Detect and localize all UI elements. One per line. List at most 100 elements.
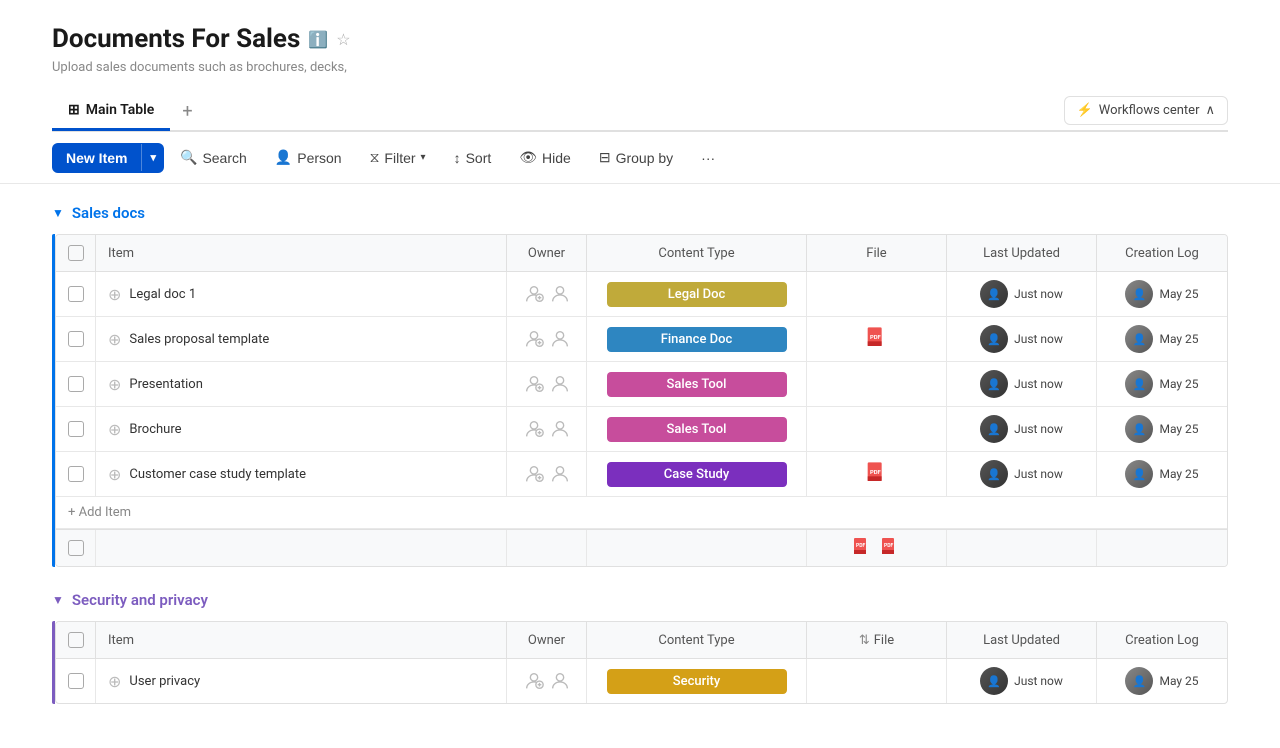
svg-text:PDF: PDF — [870, 470, 882, 476]
add-tab-button[interactable]: + — [170, 91, 204, 132]
info-icon[interactable]: ℹ️ — [308, 30, 328, 49]
row-checkbox[interactable] — [56, 407, 96, 451]
add-item-label: + Add Item — [68, 505, 131, 520]
add-subitem-icon[interactable]: ⊕ — [108, 285, 121, 304]
footer-creation-log — [1097, 530, 1227, 566]
security-privacy-header[interactable]: ▼ Security and privacy — [52, 591, 1228, 609]
row-creation-log: 👤 May 25 — [1097, 659, 1227, 703]
table-row: ⊕ Legal doc 1 Legal Doc 👤 Just now — [56, 272, 1227, 317]
row-checkbox[interactable] — [56, 317, 96, 361]
add-subitem-icon[interactable]: ⊕ — [108, 330, 121, 349]
add-person-icon[interactable] — [523, 283, 545, 305]
search-button[interactable]: 🔍 Search — [168, 142, 259, 173]
person-button[interactable]: 👤 Person — [263, 142, 354, 173]
file-icon-2: PDF — [879, 536, 903, 560]
header-owner: Owner — [507, 235, 587, 271]
filter-chevron: ▾ — [421, 152, 426, 163]
header-last-updated: Last Updated — [947, 235, 1097, 271]
row-content-type: Security — [587, 659, 807, 703]
sales-docs-title: Sales docs — [72, 204, 145, 222]
row-file — [807, 407, 947, 451]
avatar: 👤 — [1125, 667, 1153, 695]
add-subitem-icon[interactable]: ⊕ — [108, 420, 121, 439]
search-icon: 🔍 — [180, 149, 197, 166]
more-button[interactable]: ··· — [689, 143, 727, 173]
header-item: Item — [96, 622, 507, 658]
row-file — [807, 659, 947, 703]
header-checkbox-col — [56, 622, 96, 658]
row-item: ⊕ Customer case study template — [96, 452, 507, 496]
add-person-icon[interactable] — [523, 328, 545, 350]
table-footer-row: PDF PDF — [56, 529, 1227, 566]
svg-text:PDF: PDF — [870, 335, 882, 341]
avatar: 👤 — [1125, 370, 1153, 398]
add-person-icon[interactable] — [523, 373, 545, 395]
header-file: ⇅ File — [807, 622, 947, 658]
select-all-checkbox[interactable] — [68, 632, 84, 648]
row-content-type: Legal Doc — [587, 272, 807, 316]
table-row: ⊕ Customer case study template Case Stud… — [56, 452, 1227, 497]
row-checkbox[interactable] — [56, 659, 96, 703]
row-creation-log: 👤 May 25 — [1097, 452, 1227, 496]
add-item-row[interactable]: + Add Item — [56, 497, 1227, 529]
page-title: Documents For Sales — [52, 24, 300, 54]
footer-checkbox-input[interactable] — [68, 540, 84, 556]
sort-button[interactable]: ↕ Sort — [442, 143, 504, 173]
workflows-center-button[interactable]: ⚡ Workflows center ∧ — [1064, 96, 1228, 125]
add-subitem-icon[interactable]: ⊕ — [108, 375, 121, 394]
row-checkbox[interactable] — [56, 452, 96, 496]
footer-content-type — [587, 530, 807, 566]
avatar: 👤 — [980, 325, 1008, 353]
table-row: ⊕ Presentation Sales Tool 👤 Just now — [56, 362, 1227, 407]
header-creation-log: Creation Log — [1097, 235, 1227, 271]
row-item: ⊕ Brochure — [96, 407, 507, 451]
add-subitem-icon[interactable]: ⊕ — [108, 465, 121, 484]
tab-main-table[interactable]: ⊞ Main Table — [52, 92, 170, 131]
row-item: ⊕ Legal doc 1 — [96, 272, 507, 316]
security-privacy-group: ▼ Security and privacy Item Owner Conten… — [52, 591, 1228, 704]
sales-table-header: Item Owner Content Type File Last Update… — [56, 235, 1227, 272]
table-row: ⊕ Brochure Sales Tool 👤 Just now — [56, 407, 1227, 452]
select-all-checkbox[interactable] — [68, 245, 84, 261]
row-creation-log: 👤 May 25 — [1097, 362, 1227, 406]
sort-file-icon: ⇅ — [859, 633, 870, 648]
person-icon: 👤 — [275, 149, 292, 166]
sort-icon: ↕ — [454, 150, 461, 166]
row-checkbox[interactable] — [56, 272, 96, 316]
header-creation-log: Creation Log — [1097, 622, 1227, 658]
new-item-button[interactable]: New Item ▾ — [52, 143, 164, 173]
filter-button[interactable]: ⧖ Filter ▾ — [358, 142, 438, 173]
add-person-icon[interactable] — [523, 463, 545, 485]
row-content-type: Sales Tool — [587, 362, 807, 406]
person-placeholder-icon — [549, 463, 571, 485]
header-file: File — [807, 235, 947, 271]
table-row: ⊕ Sales proposal template Finance Doc PD… — [56, 317, 1227, 362]
hide-icon: 👁 — [519, 149, 537, 166]
hide-button[interactable]: 👁 Hide — [507, 142, 583, 173]
row-owner — [507, 272, 587, 316]
row-last-updated: 👤 Just now — [947, 659, 1097, 703]
add-person-icon[interactable] — [523, 418, 545, 440]
star-icon[interactable]: ☆ — [336, 30, 350, 49]
row-file: PDF — [807, 452, 947, 496]
avatar: 👤 — [980, 667, 1008, 695]
filter-icon: ⧖ — [370, 149, 380, 166]
sales-docs-header[interactable]: ▼ Sales docs — [52, 204, 1228, 222]
avatar: 👤 — [980, 280, 1008, 308]
new-item-chevron[interactable]: ▾ — [141, 144, 164, 171]
person-placeholder-icon — [549, 670, 571, 692]
row-checkbox[interactable] — [56, 362, 96, 406]
row-last-updated: 👤 Just now — [947, 452, 1097, 496]
row-last-updated: 👤 Just now — [947, 407, 1097, 451]
add-person-icon[interactable] — [523, 670, 545, 692]
avatar: 👤 — [1125, 460, 1153, 488]
add-subitem-icon[interactable]: ⊕ — [108, 672, 121, 691]
file-pdf-icon: PDF — [863, 325, 891, 353]
row-item: ⊕ User privacy — [96, 659, 507, 703]
collapse-icon: ∧ — [1205, 103, 1215, 118]
new-item-main[interactable]: New Item — [52, 143, 141, 173]
group-by-button[interactable]: ⊟ Group by — [587, 142, 685, 173]
avatar: 👤 — [980, 460, 1008, 488]
footer-owner — [507, 530, 587, 566]
row-content-type: Sales Tool — [587, 407, 807, 451]
